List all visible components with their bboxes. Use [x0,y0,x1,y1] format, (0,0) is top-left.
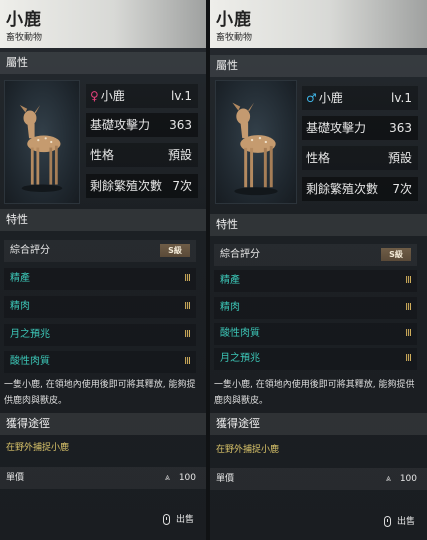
stat-value: lv.1 [171,89,192,103]
stat-row-personality: 性格 預設 [86,143,198,167]
obtain-header: 獲得途徑 [0,413,206,435]
item-category: 畜牧動物 [216,33,253,43]
currency-icon: ⩓ [164,473,170,483]
male-icon: ♂ [306,91,317,105]
stat-label: 基礎攻擊力 [306,121,367,135]
trait-name: 酸性肉質 [10,356,50,367]
stat-row-breeding: 剩餘繁殖次數 7次 [302,177,418,201]
obtain-header: 獲得途徑 [210,413,427,435]
price-label: 單價 [216,474,235,484]
price-row: 單價 ⩓ 100 [0,467,206,489]
sell-label: 出售 [396,517,415,527]
trait-row[interactable]: 精肉 III [4,296,196,318]
sell-label: 出售 [175,515,194,525]
item-detail-panel-left: 小鹿 畜牧動物 屬性 ♀ 小鹿 lv.1 基礎攻擊力 363 性格 預設 剩餘繁… [0,0,206,540]
price-value: 100 [399,474,417,484]
trait-tier: III [405,328,412,339]
sell-button[interactable]: 出售 [162,513,194,527]
overall-rating-row: 綜合評分 S級 [4,240,196,262]
trait-name: 月之預兆 [220,353,260,364]
trait-row[interactable]: 精肉 III [214,297,417,319]
item-category: 畜牧動物 [6,33,43,43]
trait-name: 月之預兆 [10,329,50,340]
trait-name: 精產 [10,273,30,284]
deer-image [232,102,278,196]
female-icon: ♀ [90,89,99,103]
overall-label: 綜合評分 [10,245,50,256]
item-title: 小鹿 [6,10,42,30]
stat-label: 剩餘繁殖次數 [306,182,379,196]
mouse-click-icon [162,514,170,525]
trait-tier: III [184,273,191,284]
stat-row-attack: 基礎攻擊力 363 [86,113,198,137]
trait-row[interactable]: 精產 III [214,270,417,292]
attributes-header: 屬性 [0,52,206,74]
traits-header: 特性 [210,214,427,236]
deer-portrait [4,80,80,204]
trait-tier: III [405,275,412,286]
stat-label: 剩餘繁殖次數 [90,179,163,193]
trait-tier: III [184,329,191,340]
stat-value: 363 [389,121,412,135]
attributes-header: 屬性 [210,55,427,77]
trait-name: 精肉 [220,302,240,313]
grade-badge: S級 [160,244,190,257]
item-header: 小鹿 畜牧動物 [0,0,206,48]
trait-row[interactable]: 月之預兆 III [4,324,196,346]
stat-value: 7次 [172,179,192,193]
stat-row-breeding: 剩餘繁殖次數 7次 [86,174,198,198]
price-value: 100 [178,473,196,483]
sell-button[interactable]: 出售 [383,515,415,529]
stat-row-personality: 性格 預設 [302,146,418,170]
trait-row[interactable]: 精產 III [4,268,196,290]
overall-rating-row: 綜合評分 S級 [214,244,417,266]
stat-row-attack: 基礎攻擊力 363 [302,116,418,140]
overall-label: 綜合評分 [220,249,260,260]
mouse-click-icon [383,516,391,527]
trait-row[interactable]: 酸性肉質 III [4,351,196,373]
item-description: 一隻小鹿, 在領地內使用後即可將其釋放, 能夠提供鹿肉與獸皮。 [214,380,415,406]
stat-label: 小鹿 [100,89,125,103]
stat-row-name: ♀ 小鹿 lv.1 [86,84,198,108]
stat-value: 預設 [387,151,412,165]
trait-tier: III [184,356,191,367]
obtain-method: 在野外捕捉小鹿 [216,445,280,455]
price-label: 單價 [6,473,25,483]
trait-name: 酸性肉質 [220,328,260,339]
obtain-method: 在野外捕捉小鹿 [6,443,70,453]
deer-image [19,105,63,192]
stat-label: 性格 [306,151,331,165]
traits-header: 特性 [0,209,206,231]
stat-value: 363 [169,118,192,132]
currency-icon: ⩓ [385,474,391,484]
stat-value: 預設 [167,148,192,162]
stat-value: lv.1 [391,91,412,105]
deer-portrait [215,80,297,204]
stat-label: 基礎攻擊力 [90,118,151,132]
stat-label: 小鹿 [318,91,343,105]
stat-label: 性格 [90,148,115,162]
stat-row-name: ♂ 小鹿 lv.1 [302,86,418,110]
item-detail-panel-right: 小鹿 畜牧動物 屬性 ♂ 小鹿 lv.1 基礎攻擊力 363 性格 預設 剩餘繁… [210,0,427,540]
trait-tier: III [405,353,412,364]
trait-row[interactable]: 月之預兆 III [214,348,417,370]
trait-name: 精產 [220,275,240,286]
stat-value: 7次 [392,182,412,196]
item-description: 一隻小鹿, 在領地內使用後即可將其釋放, 能夠提供鹿肉與獸皮。 [4,380,196,406]
grade-badge: S級 [381,248,411,261]
trait-name: 精肉 [10,301,30,312]
price-row: 單價 ⩓ 100 [210,468,427,490]
trait-tier: III [405,302,412,313]
trait-tier: III [184,301,191,312]
item-title: 小鹿 [216,10,252,30]
trait-row[interactable]: 酸性肉質 III [214,323,417,345]
item-header: 小鹿 畜牧動物 [210,0,427,48]
